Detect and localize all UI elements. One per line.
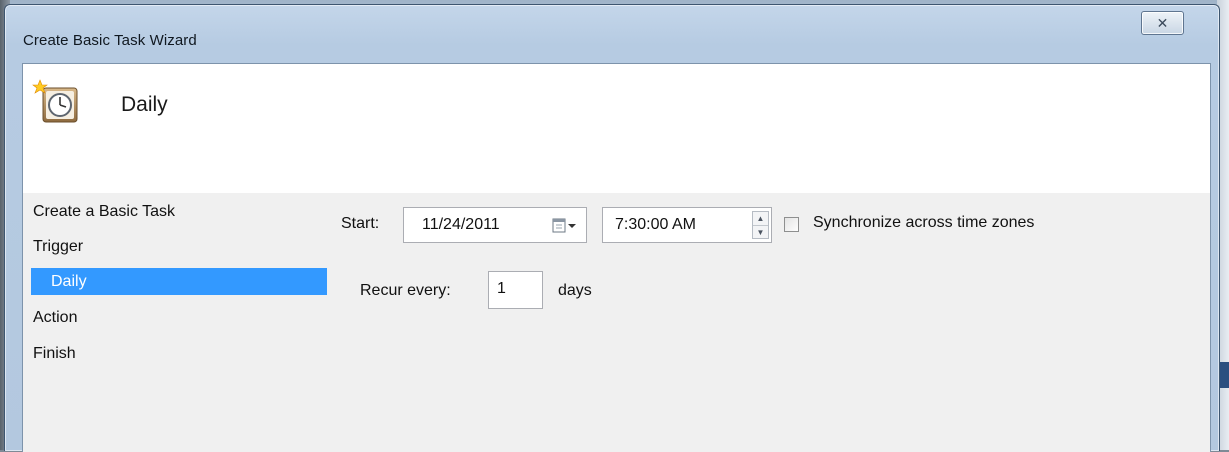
nav-item-action[interactable]: Action xyxy=(31,304,327,331)
wizard-steps-nav: Create a Basic Task Trigger Daily Action… xyxy=(23,193,327,452)
calendar-dropdown-icon[interactable] xyxy=(552,218,578,234)
nav-item-create-basic-task[interactable]: Create a Basic Task xyxy=(31,198,327,225)
wizard-client-area: Daily Create a Basic Task Trigger Daily … xyxy=(22,63,1211,452)
start-label: Start: xyxy=(341,215,380,232)
start-time-picker[interactable]: 7:30:00 AM ▲ ▼ xyxy=(602,207,772,243)
recur-every-label: Recur every: xyxy=(360,282,451,299)
recur-days-value: 1 xyxy=(497,280,506,297)
synchronize-time-zones-label: Synchronize across time zones xyxy=(813,214,1035,231)
time-spinner[interactable]: ▲ ▼ xyxy=(752,211,769,239)
page-title: Daily xyxy=(121,93,168,116)
nav-item-finish[interactable]: Finish xyxy=(31,340,327,367)
start-date-value: 11/24/2011 xyxy=(422,216,500,233)
wizard-window: Create Basic Task Wizard ✕ Daily Create … xyxy=(4,4,1220,452)
recur-unit-label: days xyxy=(558,282,592,299)
start-date-picker[interactable]: 11/24/2011 xyxy=(403,207,587,243)
nav-item-trigger[interactable]: Trigger xyxy=(31,233,327,260)
task-scheduler-clock-icon xyxy=(32,79,78,123)
recur-days-input[interactable]: 1 xyxy=(488,271,543,309)
start-time-value: 7:30:00 AM xyxy=(615,216,696,233)
window-title: Create Basic Task Wizard xyxy=(23,32,197,49)
close-icon: ✕ xyxy=(1156,14,1169,31)
spin-down-icon[interactable]: ▼ xyxy=(753,226,768,239)
nav-item-daily[interactable]: Daily xyxy=(31,268,327,295)
wizard-header: Daily xyxy=(23,64,1210,193)
trigger-settings-panel: Start: 11/24/2011 7:30:00 AM ▲ ▼ Synchro… xyxy=(323,193,1210,452)
synchronize-time-zones-checkbox[interactable] xyxy=(784,217,799,232)
close-button[interactable]: ✕ xyxy=(1141,11,1184,35)
